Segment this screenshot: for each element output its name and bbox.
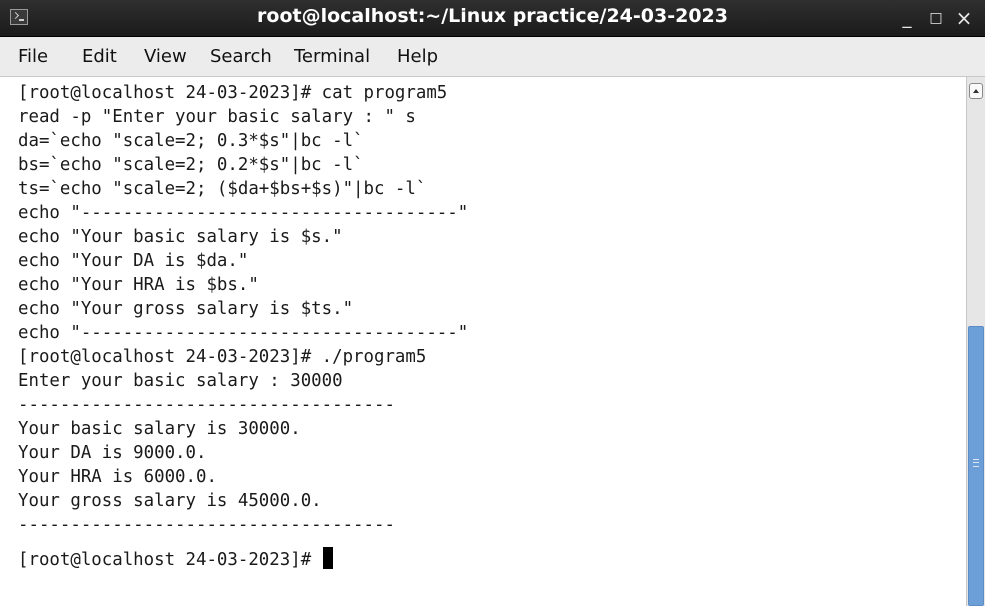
menu-file[interactable]: File	[18, 37, 48, 77]
menu-edit[interactable]: Edit	[82, 37, 117, 77]
close-button[interactable]: ×	[953, 0, 975, 37]
terminal-line: ------------------------------------	[18, 515, 395, 535]
menu-search[interactable]: Search	[210, 37, 272, 77]
terminal-line: read -p "Enter your basic salary : " s	[18, 107, 416, 127]
menu-view[interactable]: View	[144, 37, 187, 77]
maximize-button[interactable]: □	[925, 0, 947, 37]
terminal-prompt-line: [root@localhost 24-03-2023]#	[18, 547, 333, 571]
terminal-line: [root@localhost 24-03-2023]# cat program…	[18, 83, 448, 103]
title-bar: root@localhost:~/Linux practice/24-03-20…	[0, 0, 985, 37]
menu-bar: File Edit View Search Terminal Help	[0, 37, 985, 77]
scrollbar-thumb[interactable]	[968, 326, 984, 606]
terminal-line: Your gross salary is 45000.0.	[18, 491, 322, 511]
terminal-line: echo "----------------------------------…	[18, 323, 469, 343]
terminal-line: ------------------------------------	[18, 395, 395, 415]
terminal-line: bs=`echo "scale=2; 0.2*$s"|bc -l`	[18, 155, 364, 175]
grip-icon	[973, 459, 979, 467]
terminal-line: Your DA is 9000.0.	[18, 443, 207, 463]
text-cursor	[322, 547, 333, 569]
terminal-line: echo "Your gross salary is $ts."	[18, 299, 354, 319]
terminal-line: echo "----------------------------------…	[18, 203, 469, 223]
minimize-button[interactable]: _	[896, 0, 918, 37]
terminal-line: echo "Your basic salary is $s."	[18, 227, 343, 247]
scroll-up-arrow-icon[interactable]	[969, 83, 983, 99]
terminal-line: echo "Your HRA is $bs."	[18, 275, 259, 295]
menu-terminal[interactable]: Terminal	[294, 37, 370, 77]
menu-help[interactable]: Help	[397, 37, 438, 77]
terminal-line: ts=`echo "scale=2; ($da+$bs+$s)"|bc -l`	[18, 179, 427, 199]
shell-prompt: [root@localhost 24-03-2023]#	[18, 550, 322, 570]
terminal-line: da=`echo "scale=2; 0.3*$s"|bc -l`	[18, 131, 364, 151]
terminal-output[interactable]: [root@localhost 24-03-2023]# cat program…	[0, 77, 966, 606]
terminal-line: Enter your basic salary : 30000	[18, 371, 343, 391]
terminal-line: Your HRA is 6000.0.	[18, 467, 217, 487]
vertical-scrollbar[interactable]	[966, 77, 985, 606]
terminal-line: Your basic salary is 30000.	[18, 419, 301, 439]
terminal-line: echo "Your DA is $da."	[18, 251, 249, 271]
window-title: root@localhost:~/Linux practice/24-03-20…	[257, 5, 728, 27]
terminal-line: [root@localhost 24-03-2023]# ./program5	[18, 347, 427, 367]
